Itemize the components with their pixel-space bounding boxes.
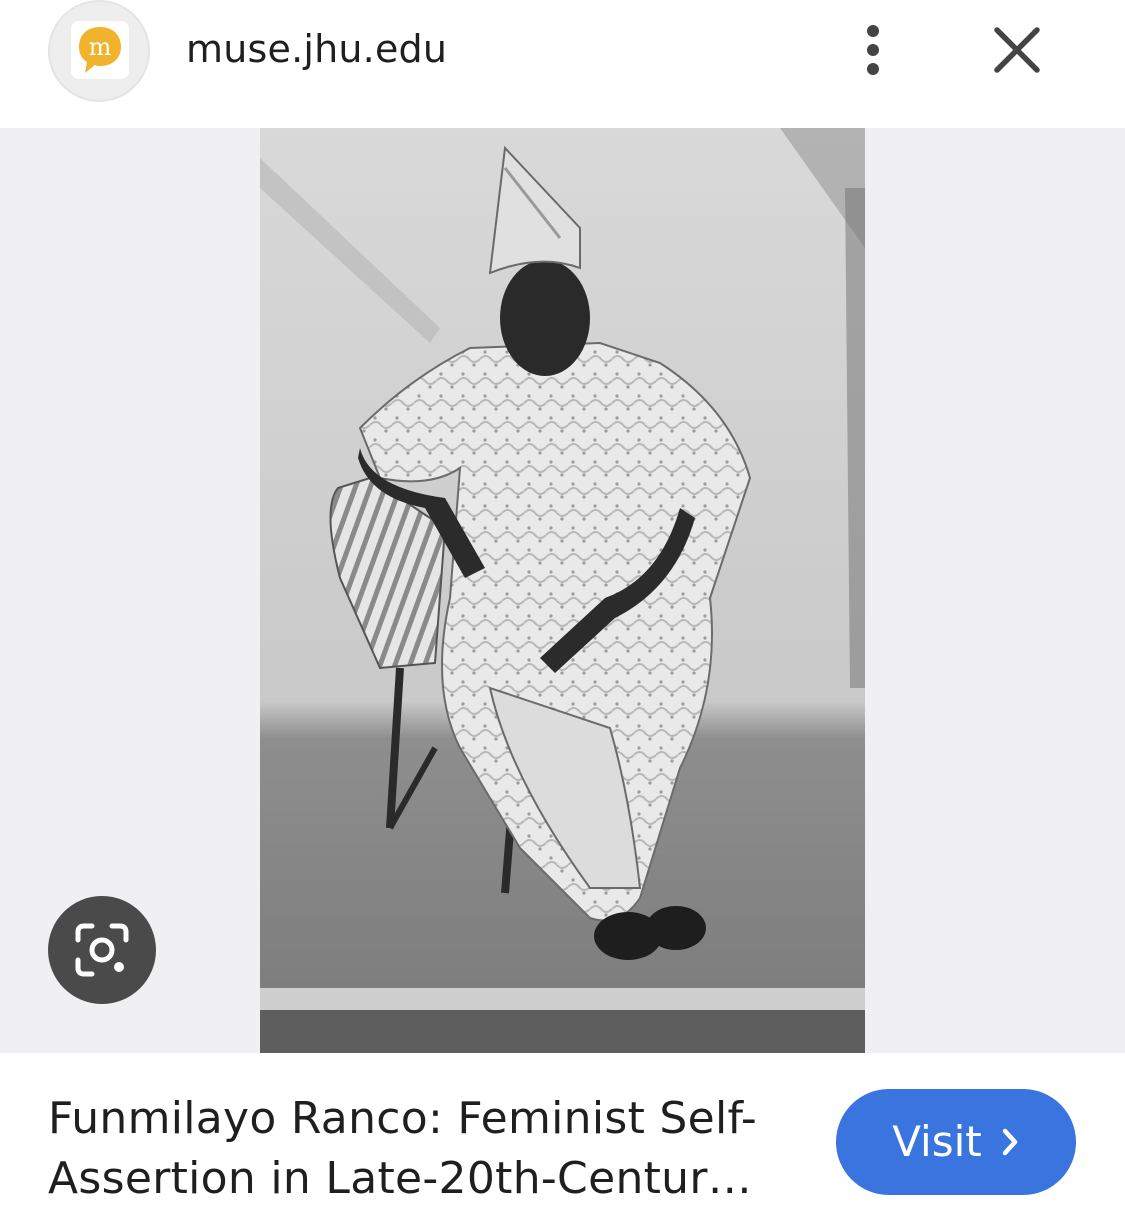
google-lens-icon xyxy=(75,923,129,977)
more-vert-icon xyxy=(867,25,879,75)
site-favicon: m xyxy=(48,0,150,102)
project-muse-logo-icon: m xyxy=(71,21,129,79)
close-icon xyxy=(994,27,1040,73)
result-footer: Funmilayo Ranco: Feminist Self- Assertio… xyxy=(0,1053,1125,1229)
image-stage xyxy=(0,128,1125,1053)
chevron-right-icon xyxy=(1000,1126,1020,1158)
preview-image[interactable] xyxy=(260,128,865,1053)
more-options-button[interactable] xyxy=(846,18,900,82)
viewer-header: m muse.jhu.edu xyxy=(0,0,1125,128)
visit-button[interactable]: Visit xyxy=(836,1089,1076,1195)
close-button[interactable] xyxy=(984,18,1050,82)
result-title-line-1: Funmilayo Ranco: Feminist Self- xyxy=(48,1093,758,1144)
visit-label: Visit xyxy=(892,1117,982,1166)
svg-text:m: m xyxy=(89,33,112,61)
photo-seated-person xyxy=(260,128,865,1053)
result-title[interactable]: Funmilayo Ranco: Feminist Self- Assertio… xyxy=(48,1089,788,1209)
result-title-line-2: Assertion in Late-20th-Centur… xyxy=(48,1153,753,1204)
image-viewer: m muse.jhu.edu Funmilayo Ranco: Feminist… xyxy=(0,0,1125,1229)
google-lens-button[interactable] xyxy=(48,896,156,1004)
site-name[interactable]: muse.jhu.edu xyxy=(186,24,447,74)
